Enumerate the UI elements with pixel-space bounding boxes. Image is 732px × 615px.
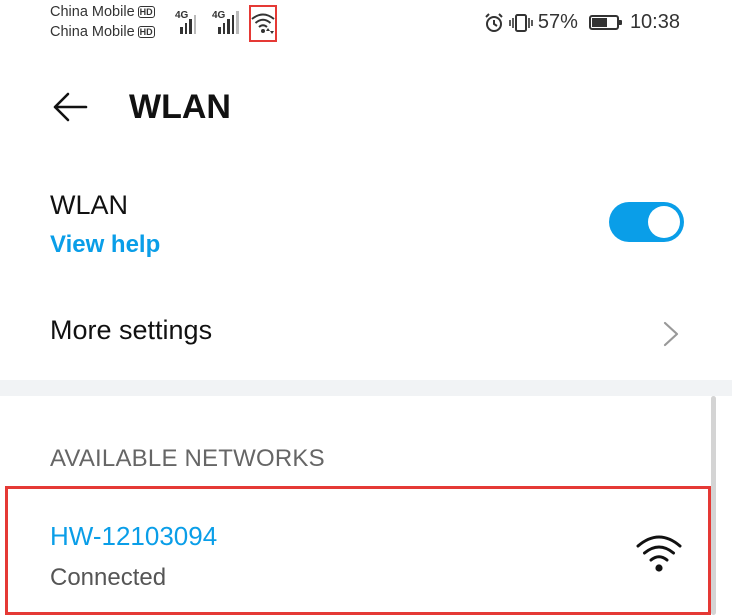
- wifi-icon: [636, 535, 682, 572]
- status-right-group: 57% 10:38: [484, 11, 680, 34]
- available-networks-header: AVAILABLE NETWORKS: [50, 445, 325, 472]
- page-title: WLAN: [129, 88, 231, 126]
- chevron-right-icon[interactable]: [663, 321, 679, 347]
- wlan-toggle-switch[interactable]: [609, 202, 684, 242]
- carrier-name-1: China Mobile HD: [50, 4, 155, 20]
- alarm-icon: [485, 12, 503, 32]
- more-settings-item[interactable]: More settings: [50, 315, 212, 346]
- battery-icon: [588, 15, 622, 30]
- network-status: Connected: [50, 564, 167, 591]
- wifi-status-icon: [251, 13, 275, 34]
- hd-badge: HD: [137, 6, 155, 18]
- battery-percent: 57%: [537, 11, 578, 33]
- signal-strength-icon: 4G: [175, 8, 205, 34]
- back-arrow-icon[interactable]: [52, 89, 88, 125]
- wlan-setting-label: WLAN: [50, 190, 129, 220]
- wifi-status-highlight: [249, 5, 277, 42]
- network-name: HW-12103094: [50, 521, 218, 551]
- vibrate-icon: [509, 13, 533, 32]
- signal-strength-icon: 4G: [212, 8, 246, 34]
- section-divider: [0, 380, 732, 396]
- scrollbar[interactable]: [711, 396, 716, 615]
- view-help-link[interactable]: View help: [50, 231, 160, 259]
- carrier-name-2: China Mobile HD: [50, 24, 155, 40]
- clock-time: 10:38: [629, 11, 680, 33]
- hd-badge: HD: [137, 26, 155, 38]
